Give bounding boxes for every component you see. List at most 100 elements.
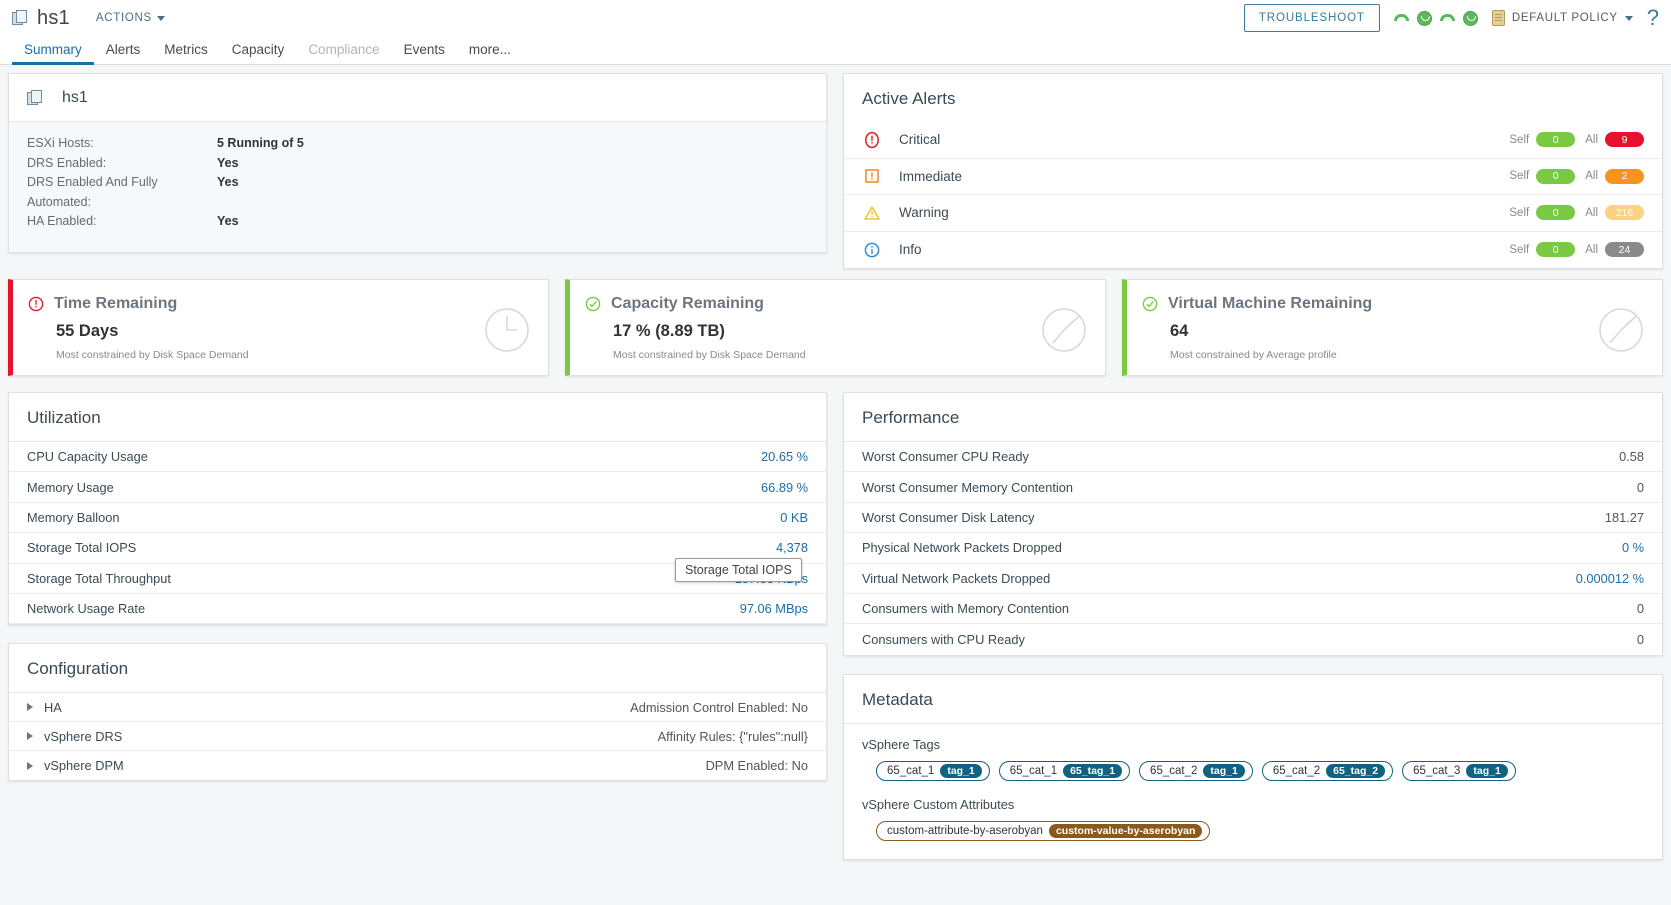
configuration-expand-drs[interactable]: vSphere DRS — [27, 729, 122, 744]
property-value: Yes — [217, 214, 239, 228]
tab-alerts[interactable]: Alerts — [94, 37, 153, 65]
tag-value: tag_1 — [1466, 763, 1508, 778]
vrops-summary-page: hs1 ACTIONS TROUBLESHOOT DEFAULT POLICY … — [0, 0, 1671, 905]
performance-row[interactable]: Physical Network Packets Dropped 0 % — [844, 533, 1662, 564]
alert-row-info[interactable]: Info Self 0 All 24 — [844, 232, 1662, 269]
policy-selector[interactable]: DEFAULT POLICY — [1491, 10, 1633, 26]
configuration-value: Affinity Rules: {"rules":null} — [657, 728, 808, 744]
performance-row[interactable]: Worst Consumer Disk Latency 181.27 — [844, 503, 1662, 534]
check-circle-icon — [1142, 296, 1158, 312]
object-properties: ESXi Hosts: 5 Running of 5 DRS Enabled: … — [9, 122, 826, 252]
configuration-row-ha[interactable]: HA Admission Control Enabled: No — [9, 693, 826, 723]
vm-remaining-card[interactable]: Virtual Machine Remaining 64 Most constr… — [1122, 279, 1663, 376]
metric-name: Storage Total IOPS — [27, 540, 137, 556]
performance-row[interactable]: Virtual Network Packets Dropped 0.000012… — [844, 564, 1662, 594]
immediate-icon — [862, 167, 882, 185]
metadata-body: vSphere Tags 65_cat_1 tag_1 65_cat_1 65_… — [844, 724, 1662, 859]
utilization-row[interactable]: CPU Capacity Usage 20.65 % — [9, 442, 826, 473]
metric-value: 0 — [1636, 601, 1644, 617]
tag-pill[interactable]: 65_cat_1 tag_1 — [876, 760, 990, 781]
performance-row[interactable]: Consumers with Memory Contention 0 — [844, 594, 1662, 625]
configuration-title: Configuration — [9, 644, 826, 694]
alert-counts: Self 0 All 216 — [1509, 205, 1644, 221]
metric-value[interactable]: 0 % — [1622, 540, 1644, 555]
alert-label: Critical — [899, 132, 941, 148]
configuration-row-dpm[interactable]: vSphere DPM DPM Enabled: No — [9, 751, 826, 780]
utilization-row[interactable]: Memory Usage 66.89 % — [9, 472, 826, 503]
row-summary-alerts: hs1 ESXi Hosts: 5 Running of 5 DRS Enabl… — [0, 65, 1671, 269]
tab-events[interactable]: Events — [392, 37, 457, 65]
tag-category: 65_cat_3 — [1413, 764, 1461, 777]
metric-value[interactable]: 97.06 MBps — [740, 601, 808, 616]
tag-pill[interactable]: 65_cat_1 65_tag_1 — [998, 760, 1131, 781]
tab-more[interactable]: more... — [457, 37, 523, 65]
help-icon[interactable]: ? — [1647, 7, 1659, 29]
smiley-green-icon[interactable] — [1416, 10, 1432, 26]
metric-value[interactable]: 0.000012 % — [1576, 571, 1644, 586]
metric-value[interactable]: 4,378 — [776, 540, 808, 555]
health-indicator-group — [1393, 10, 1478, 26]
page-title: hs1 — [37, 6, 70, 29]
alert-row-warning[interactable]: Warning Self 0 All 216 — [844, 195, 1662, 232]
performance-row[interactable]: Worst Consumer CPU Ready 0.58 — [844, 442, 1662, 473]
troubleshoot-button[interactable]: TROUBLESHOOT — [1243, 4, 1380, 32]
actions-menu-button[interactable]: ACTIONS — [96, 12, 165, 24]
alert-row-critical[interactable]: Critical Self 0 All 9 — [844, 122, 1662, 159]
property-row: ESXi Hosts: 5 Running of 5 — [27, 134, 808, 154]
utilization-card: Utilization CPU Capacity Usage 20.65 % M… — [8, 392, 827, 626]
tag-pill[interactable]: 65_cat_2 65_tag_2 — [1261, 760, 1394, 781]
configuration-row-drs[interactable]: vSphere DRS Affinity Rules: {"rules":nul… — [9, 722, 826, 752]
tab-metrics[interactable]: Metrics — [152, 37, 220, 65]
status-card-subtitle: Most constrained by Average profile — [1170, 349, 1337, 361]
policy-label: DEFAULT POLICY — [1511, 12, 1618, 24]
configuration-expand-dpm[interactable]: vSphere DPM — [27, 758, 124, 773]
metric-value[interactable]: 20.65 % — [761, 449, 808, 464]
tag-value: tag_1 — [1203, 763, 1245, 778]
metric-value: 0 — [1636, 632, 1644, 648]
tab-summary[interactable]: Summary — [12, 37, 94, 65]
tag-pill[interactable]: 65_cat_3 tag_1 — [1402, 760, 1516, 781]
time-remaining-header: Time Remaining — [27, 295, 484, 313]
metric-value: 0 — [1636, 479, 1644, 495]
utilization-row[interactable]: Memory Balloon 0 KB — [9, 503, 826, 534]
gauge-green-icon[interactable] — [1393, 11, 1409, 26]
time-remaining-body: Time Remaining 55 Days Most constrained … — [27, 295, 484, 361]
alert-row-immediate[interactable]: Immediate Self 0 All 2 — [844, 159, 1662, 195]
metric-name: CPU Capacity Usage — [27, 449, 148, 465]
vm-remaining-body: Virtual Machine Remaining 64 Most constr… — [1141, 295, 1598, 361]
status-card-title: Capacity Remaining — [611, 295, 764, 312]
metric-value[interactable]: 0 KB — [780, 510, 808, 525]
self-label: Self — [1509, 170, 1530, 183]
alert-all-count: All 24 — [1585, 242, 1644, 258]
property-row: HA Enabled: Yes — [27, 212, 808, 232]
tag-pill[interactable]: 65_cat_2 tag_1 — [1139, 760, 1253, 781]
left-column-top: hs1 ESXi Hosts: 5 Running of 5 DRS Enabl… — [8, 73, 827, 269]
tab-capacity[interactable]: Capacity — [220, 37, 297, 65]
vsphere-tags-label: vSphere Tags — [862, 736, 941, 752]
capacity-remaining-card[interactable]: Capacity Remaining 17 % (8.89 TB) Most c… — [565, 279, 1106, 376]
alert-counts: Self 0 All 2 — [1509, 168, 1644, 184]
active-alerts-title: Active Alerts — [862, 89, 956, 108]
time-remaining-card[interactable]: Time Remaining 55 Days Most constrained … — [8, 279, 549, 376]
critical-icon — [862, 131, 882, 149]
metric-value[interactable]: 66.89 % — [761, 480, 808, 495]
property-key: HA Enabled: — [27, 214, 97, 228]
status-card-subtitle: Most constrained by Disk Space Demand — [56, 349, 249, 361]
gauge-green-icon[interactable] — [1439, 11, 1455, 26]
pie-icon — [1598, 307, 1644, 356]
metadata-card: Metadata vSphere Tags 65_cat_1 tag_1 65_… — [843, 673, 1663, 860]
right-column-bottom: Performance Worst Consumer CPU Ready 0.5… — [843, 392, 1663, 860]
configuration-expand-ha[interactable]: HA — [27, 700, 62, 715]
property-value: Yes — [217, 155, 239, 170]
performance-row[interactable]: Consumers with CPU Ready 0 — [844, 624, 1662, 654]
performance-row[interactable]: Worst Consumer Memory Contention 0 — [844, 472, 1662, 503]
self-label: Self — [1509, 243, 1530, 256]
utilization-row[interactable]: Network Usage Rate 97.06 MBps — [9, 594, 826, 625]
self-label: Self — [1509, 133, 1530, 146]
configuration-name: HA — [44, 699, 62, 715]
metadata-title: Metadata — [844, 675, 1662, 724]
smiley-green-icon[interactable] — [1462, 10, 1478, 26]
object-summary-header: hs1 — [9, 74, 826, 122]
tag-category: 65_cat_1 — [1009, 764, 1058, 777]
custom-attribute-pill[interactable]: custom-attribute-by-aserobyan custom-val… — [876, 820, 1211, 841]
